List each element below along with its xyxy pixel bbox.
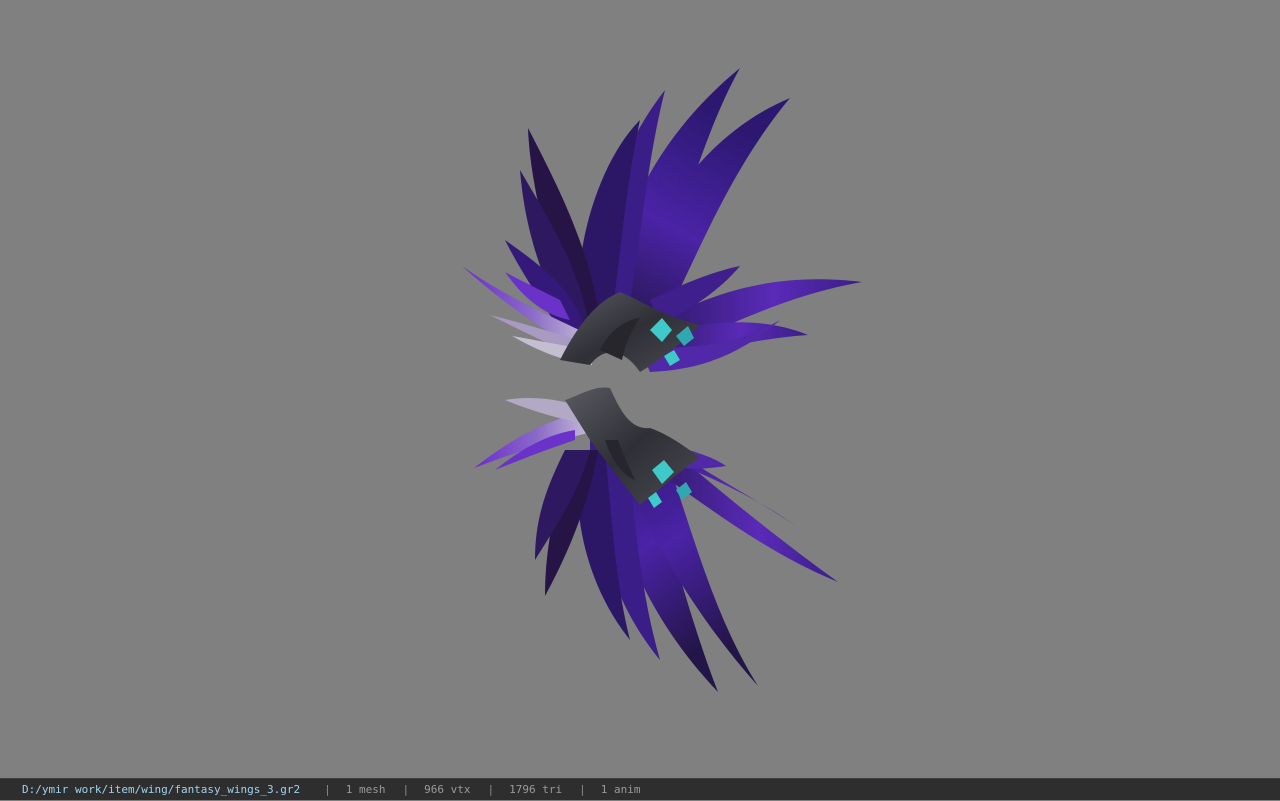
animation-count: 1 anim bbox=[600, 782, 641, 796]
lower-wing bbox=[474, 387, 838, 692]
status-separator: | bbox=[324, 782, 331, 796]
status-separator: | bbox=[402, 782, 410, 796]
upper-wing bbox=[462, 68, 862, 372]
status-separator: | bbox=[579, 782, 586, 796]
status-bar: D:/ymir work/item/wing/fantasy_wings_3.g… bbox=[0, 778, 1280, 800]
3d-viewport[interactable] bbox=[0, 0, 1280, 778]
wings-model-render bbox=[462, 68, 862, 692]
triangle-count: 1796 tri bbox=[509, 782, 563, 796]
vertex-count: 966 vtx bbox=[424, 782, 471, 796]
status-separator: | bbox=[487, 782, 495, 796]
mesh-count: 1 mesh bbox=[345, 782, 386, 796]
file-path: D:/ymir work/item/wing/fantasy_wings_3.g… bbox=[22, 782, 301, 796]
